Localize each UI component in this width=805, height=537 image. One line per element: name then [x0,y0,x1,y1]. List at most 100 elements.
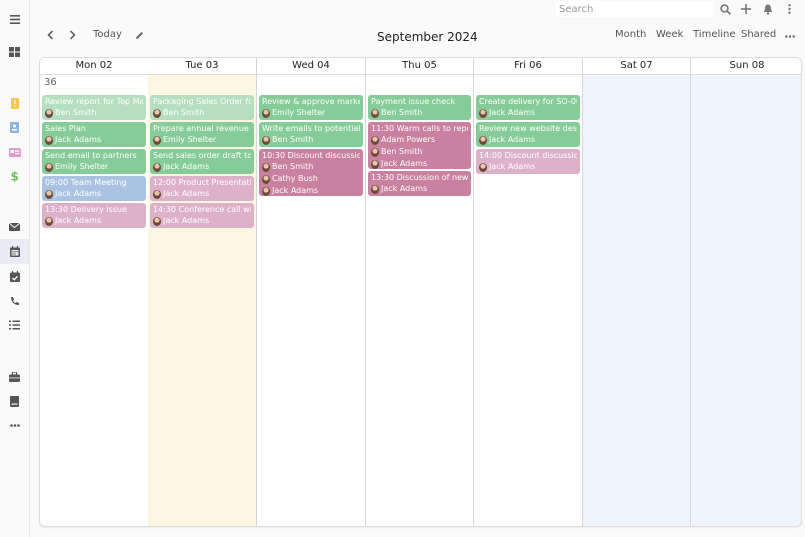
attendee-name: Jack Adams [55,135,102,144]
event-attendee: Ben Smith [371,146,468,158]
id-card-icon[interactable] [0,141,29,163]
event-title: Write emails to potential suppliers [262,124,360,133]
avatar [45,162,53,172]
mail-icon[interactable] [0,216,29,238]
calendar-event[interactable]: Packaging Sales Order for Special Ben Smi… [150,95,254,120]
event-title: 12:00 Product Presentation D [153,178,251,187]
week-calendar-grid: Mon 02 36 Review report for Top Management… [39,57,802,527]
more-views-button[interactable] [783,29,797,43]
plus-icon[interactable] [739,2,753,16]
avatar [45,216,53,226]
event-title: Review report for Top Management [45,97,143,106]
day-column[interactable]: Mon 02 36 Review report for Top Management… [40,58,149,526]
event-attendee: Jack Adams [45,134,143,146]
calendar-event[interactable]: Send sales order draft to A.Bennett Jack … [150,149,254,174]
week-number: 36 [44,77,57,88]
avatar [45,189,53,199]
view-week-button[interactable]: Week [656,29,683,40]
avatar [371,108,379,118]
day-column[interactable]: Tue 03 Packaging Sales Order for Special B… [148,58,257,526]
view-timeline-button[interactable]: Timeline [693,29,736,40]
calendar-event[interactable]: Review report for Top Management Ben Smit… [42,95,146,120]
calendar-event[interactable]: 14:00 Discount discussion Jack Adams [476,149,580,174]
event-attendee: Jack Adams [45,215,143,227]
attendee-name: Jack Adams [489,108,536,117]
day-header[interactable]: Fri 06 [474,58,582,75]
calendar-event[interactable]: Create delivery for SO-00014 Jack Adams [476,95,580,120]
day-header[interactable]: Sun 08 [691,58,801,75]
avatar [262,186,270,196]
bell-icon[interactable] [761,2,775,16]
dashboard-grid-icon[interactable] [0,41,29,63]
avatar [153,189,161,199]
calendar-event[interactable]: Payment issue check Ben Smith [368,95,471,120]
chevron-right-icon [69,30,76,40]
day-column[interactable]: Thu 05 Payment issue check Ben Smith 11:30 … [366,58,474,526]
attendee-name: Adam Powers [381,135,436,144]
attendee-name: Jack Adams [55,216,102,225]
event-attendee: Jack Adams [153,161,251,173]
attendee-name: Jack Adams [489,162,536,171]
calendar-event[interactable]: 10:30 Discount discussion with Ben Smith C… [259,149,363,196]
more-icon[interactable] [0,414,29,436]
event-attendee: Jack Adams [371,183,468,195]
briefcase-icon[interactable] [0,366,29,388]
calendar-event[interactable]: 13:30 Delivery issue Jack Adams [42,203,146,228]
event-attendee: Jack Adams [371,158,468,169]
next-week-button[interactable] [65,28,79,42]
kebab-menu-icon[interactable] [782,2,796,16]
avatar [371,184,379,194]
calendar-event[interactable]: Prepare annual revenue report Emily Shelt… [150,122,254,147]
calendar-event[interactable]: Review & approve marketing plan Emily She… [259,95,363,120]
day-header[interactable]: Sat 07 [583,58,690,75]
contact-card-icon[interactable] [0,116,29,138]
attendee-name: Jack Adams [489,135,536,144]
calendar-check-icon[interactable] [0,265,29,287]
event-attendee: Ben Smith [262,134,360,146]
day-column[interactable]: Sun 08 [691,58,801,526]
calendar-event[interactable]: Write emails to potential suppliers Ben S… [259,122,363,147]
avatar [262,162,270,172]
hamburger-menu-icon[interactable] [0,8,29,30]
calendar-icon[interactable] [0,239,29,264]
day-header[interactable]: Wed 04 [257,58,365,75]
view-shared-button[interactable]: Shared [741,29,776,40]
event-attendee: Jack Adams [153,215,251,227]
event-title: 10:30 Discount discussion with [262,151,360,160]
view-month-button[interactable]: Month [615,29,646,40]
calendar-event[interactable]: 09:00 Team Meeting Jack Adams [42,176,146,201]
dollar-icon[interactable]: $ [0,165,29,187]
search-icon[interactable] [718,2,732,16]
search-input[interactable] [555,1,713,17]
calendar-event[interactable]: Review new website design draft Jack Adam… [476,122,580,147]
event-title: Create delivery for SO-00014 [479,97,577,106]
today-button[interactable]: Today [93,29,122,40]
phone-icon[interactable] [0,290,29,312]
day-header[interactable]: Thu 05 [366,58,473,75]
calendar-event[interactable]: Send email to partners Emily Shelter [42,149,146,174]
attendee-name: Cathy Bush [272,174,318,183]
avatar [371,159,379,169]
day-column[interactable]: Wed 04 Review & approve marketing plan Emi… [257,58,366,526]
day-header[interactable]: Tue 03 [148,58,256,75]
task-list-icon[interactable] [0,314,29,336]
calendar-event[interactable]: 14:30 Conference call with partners Jack … [150,203,254,228]
attendee-name: Emily Shelter [272,108,326,117]
avatar [479,135,487,145]
attendee-name: Ben Smith [163,108,205,117]
calendar-event[interactable]: 13:30 Discussion of new website Jack Adam… [368,171,471,196]
lead-icon[interactable] [0,92,29,114]
event-attendee: Jack Adams [479,134,577,146]
calendar-event[interactable]: 12:00 Product Presentation D Jack Adams [150,176,254,201]
day-header[interactable]: Mon 02 [40,58,148,75]
page-title: September 2024 [377,30,478,44]
day-column[interactable]: Fri 06 Create delivery for SO-00014 Jack A… [474,58,583,526]
event-attendee: Ben Smith [371,107,468,119]
event-title: Review & approve marketing plan [262,97,360,106]
day-column[interactable]: Sat 07 [583,58,691,526]
calendar-event[interactable]: Sales Plan Jack Adams [42,122,146,147]
calendar-event[interactable]: 11:30 Warm calls to repeat customers Adam… [368,122,471,169]
prev-week-button[interactable] [43,28,57,42]
book-icon[interactable] [0,390,29,412]
edit-button[interactable] [132,28,146,42]
